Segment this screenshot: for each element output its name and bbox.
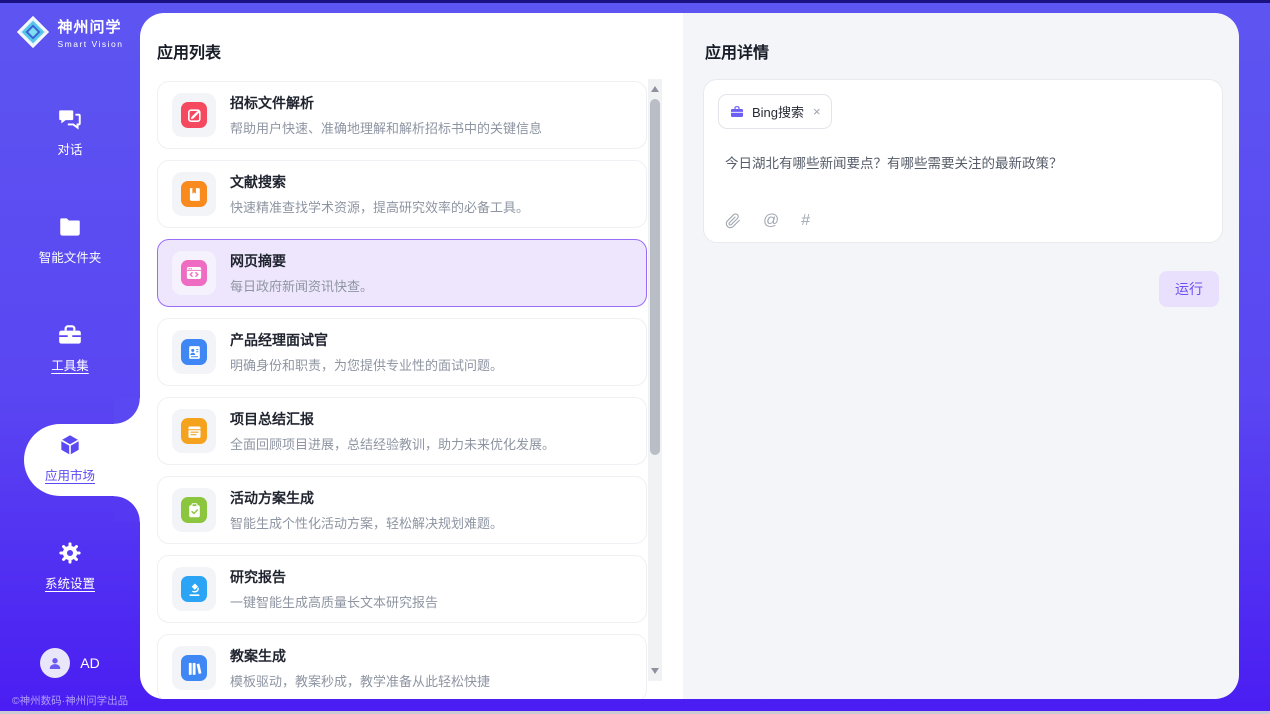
app-desc: 帮助用户快速、准确地理解和解析招标书中的关键信息 <box>230 118 542 137</box>
prompt-input[interactable]: 今日湖北有哪些新闻要点？有哪些需要关注的最新政策？ <box>725 154 1202 174</box>
scroll-down-arrow-icon[interactable] <box>651 668 659 674</box>
app-name: 项目总结汇报 <box>230 409 555 429</box>
app-desc: 模板驱动，教案秒成，教学准备从此轻松快捷 <box>230 671 490 690</box>
app-name: 网页摘要 <box>230 251 373 271</box>
hash-icon[interactable]: # <box>801 213 810 229</box>
avatar <box>40 648 70 678</box>
sidebar-item-toolset[interactable]: 工具集 <box>0 322 140 374</box>
app-item-webpage-summary[interactable]: 网页摘要 每日政府新闻资讯快查。 <box>157 239 647 307</box>
app-list-panel: 应用列表 招标文件解析 帮助用户快速、准确地理解和解析招标书中的关键信息 <box>140 13 683 699</box>
run-button[interactable]: 运行 <box>1159 271 1219 307</box>
app-name: 招标文件解析 <box>230 93 542 113</box>
folder-icon <box>57 214 83 240</box>
app-name: 教案生成 <box>230 646 490 666</box>
brand-logo: 神州问学 Smart Vision <box>0 15 140 49</box>
scrollbar[interactable] <box>648 79 662 681</box>
app-item-research-report[interactable]: 研究报告 一键智能生成高质量长文本研究报告 <box>157 555 647 623</box>
app-name: 活动方案生成 <box>230 488 503 508</box>
attachment-icon[interactable] <box>725 213 741 229</box>
browser-code-icon <box>185 264 203 282</box>
copyright-footer: ©神州数码·神州问学出品 <box>0 693 140 708</box>
brand-name: 神州问学 <box>57 16 123 37</box>
toolbox-icon <box>57 322 83 348</box>
sidebar-item-label: 智能文件夹 <box>39 247 102 266</box>
app-item-pm-interviewer[interactable]: 产品经理面试官 明确身份和职责，为您提供专业性的面试问题。 <box>157 318 647 386</box>
app-desc: 明确身份和职责，为您提供专业性的面试问题。 <box>230 355 503 374</box>
sidebar-item-app-market[interactable]: 应用市场 <box>0 432 140 484</box>
scrollbar-thumb[interactable] <box>650 99 660 455</box>
app-window: 神州问学 Smart Vision 对话 智能文件夹 <box>0 0 1270 714</box>
brand-subtitle: Smart Vision <box>57 39 123 49</box>
calendar-icon <box>186 423 203 440</box>
app-desc: 每日政府新闻资讯快查。 <box>230 276 373 295</box>
main-content: 应用列表 招标文件解析 帮助用户快速、准确地理解和解析招标书中的关键信息 <box>140 13 1239 699</box>
sidebar-item-label: 系统设置 <box>45 573 95 592</box>
app-desc: 快速精准查找学术资源，提高研究效率的必备工具。 <box>230 197 529 216</box>
sidebar-item-smart-folder[interactable]: 智能文件夹 <box>0 214 140 266</box>
app-list-title: 应用列表 <box>157 39 221 63</box>
clipboard-check-icon <box>186 502 203 519</box>
book-icon <box>186 186 203 203</box>
microscope-icon <box>186 581 203 598</box>
edit-doc-icon <box>186 107 203 124</box>
user-profile[interactable]: AD <box>0 648 140 678</box>
resume-icon <box>186 344 203 361</box>
diamond-logo-icon <box>16 15 50 49</box>
person-icon <box>46 654 64 672</box>
app-name: 产品经理面试官 <box>230 330 503 350</box>
app-item-literature-search[interactable]: 文献搜索 快速精准查找学术资源，提高研究效率的必备工具。 <box>157 160 647 228</box>
tool-tag-bing-search[interactable]: Bing搜索 × <box>718 94 832 129</box>
books-icon <box>186 660 203 677</box>
sidebar-item-label: 应用市场 <box>45 465 95 484</box>
app-item-lesson-plan[interactable]: 教案生成 模板驱动，教案秒成，教学准备从此轻松快捷 <box>157 634 647 699</box>
app-desc: 一键智能生成高质量长文本研究报告 <box>230 592 438 611</box>
sidebar-item-label: 工具集 <box>51 355 89 374</box>
scroll-up-arrow-icon[interactable] <box>651 86 659 92</box>
prompt-card[interactable]: Bing搜索 × 今日湖北有哪些新闻要点？有哪些需要关注的最新政策？ @ # <box>703 79 1223 243</box>
remove-tool-icon[interactable]: × <box>813 104 821 119</box>
briefcase-icon <box>729 104 745 120</box>
sidebar: 神州问学 Smart Vision 对话 智能文件夹 <box>0 0 140 714</box>
app-desc: 全面回顾项目进展，总结经验教训，助力未来优化发展。 <box>230 434 555 453</box>
app-item-activity-plan[interactable]: 活动方案生成 智能生成个性化活动方案，轻松解决规划难题。 <box>157 476 647 544</box>
sidebar-item-chat[interactable]: 对话 <box>0 106 140 158</box>
sidebar-item-settings[interactable]: 系统设置 <box>0 540 140 592</box>
chat-icon <box>57 106 83 132</box>
app-name: 文献搜索 <box>230 172 529 192</box>
app-detail-panel: 应用详情 Bing搜索 × 今日湖北有哪些新闻要点？有哪些需要关注的最新政策？ <box>683 13 1239 699</box>
prompt-toolbar: @ # <box>725 213 810 229</box>
app-item-project-summary[interactable]: 项目总结汇报 全面回顾项目进展，总结经验教训，助力未来优化发展。 <box>157 397 647 465</box>
app-list: 招标文件解析 帮助用户快速、准确地理解和解析招标书中的关键信息 文献搜索 快速精… <box>157 81 647 699</box>
sidebar-item-label: 对话 <box>57 139 82 158</box>
tool-tag-label: Bing搜索 <box>752 102 804 121</box>
app-name: 研究报告 <box>230 567 438 587</box>
cube-icon <box>57 432 83 458</box>
mention-icon[interactable]: @ <box>763 213 779 229</box>
app-item-bid-doc-parse[interactable]: 招标文件解析 帮助用户快速、准确地理解和解析招标书中的关键信息 <box>157 81 647 149</box>
app-desc: 智能生成个性化活动方案，轻松解决规划难题。 <box>230 513 503 532</box>
user-initials: AD <box>80 655 99 671</box>
top-edge-bar <box>0 0 1270 3</box>
app-detail-title: 应用详情 <box>705 39 769 63</box>
gear-icon <box>57 540 83 566</box>
